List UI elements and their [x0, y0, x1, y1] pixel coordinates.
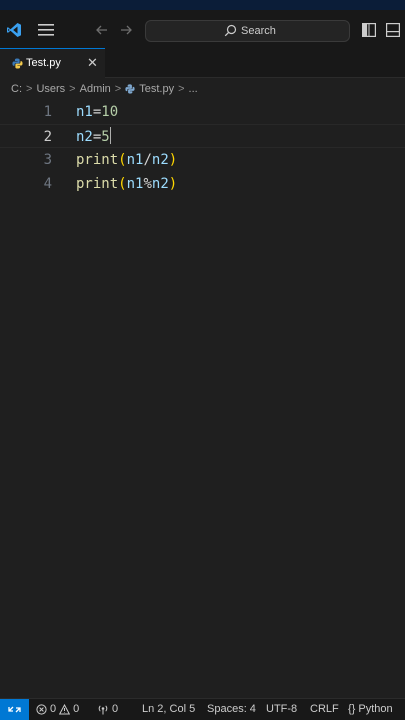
- end-of-line[interactable]: CRLF: [310, 703, 339, 715]
- command-center-search[interactable]: Search: [145, 20, 350, 42]
- search-label: Search: [241, 24, 276, 37]
- breadcrumb-item-symbols[interactable]: ...: [189, 83, 198, 95]
- breadcrumb-item-file[interactable]: Test.py: [139, 83, 174, 95]
- line-code: n1=10: [76, 104, 119, 120]
- ports-count: 0: [112, 703, 119, 715]
- breadcrumb: C: > Users > Admin > Test.py > ...: [0, 79, 405, 99]
- line-code: print(n1%n2): [76, 176, 178, 192]
- breadcrumb-item-drive[interactable]: C:: [11, 83, 22, 95]
- chevron-right-icon: >: [26, 83, 33, 95]
- code-line[interactable]: 1 n1=10: [0, 100, 405, 124]
- code-line-current[interactable]: 2 n2=5: [0, 124, 405, 148]
- line-code: n2=5: [76, 127, 111, 145]
- problems-indicator[interactable]: 0 0: [36, 703, 79, 715]
- warning-icon: [59, 703, 71, 714]
- cursor-position[interactable]: Ln 2, Col 5: [142, 703, 195, 715]
- line-number: 3: [43, 152, 52, 168]
- language-label: Python: [358, 703, 393, 715]
- ports-indicator[interactable]: 0: [97, 703, 118, 715]
- search-icon: [224, 24, 237, 37]
- tab-test-py[interactable]: Test.py ✕: [0, 48, 105, 78]
- arrow-left-icon[interactable]: [94, 22, 110, 38]
- window-top-strip: [0, 0, 405, 10]
- encoding[interactable]: UTF-8: [266, 703, 297, 715]
- remote-icon: [8, 706, 21, 713]
- editor-tab-bar: Test.py ✕: [0, 48, 405, 78]
- code-line[interactable]: 3 print(n1/n2): [0, 148, 405, 172]
- close-icon[interactable]: ✕: [87, 56, 98, 70]
- line-number: 1: [43, 104, 52, 120]
- language-mode[interactable]: {} Python: [348, 703, 393, 715]
- breadcrumb-item-admin[interactable]: Admin: [80, 83, 111, 95]
- line-number: 2: [43, 129, 52, 145]
- python-file-icon: [12, 58, 23, 69]
- arrow-right-icon[interactable]: [118, 22, 134, 38]
- toggle-sidebar-icon[interactable]: [362, 23, 376, 37]
- indentation[interactable]: Spaces: 4: [207, 703, 256, 715]
- tab-label: Test.py: [26, 57, 61, 69]
- line-code: print(n1/n2): [76, 152, 178, 168]
- broadcast-icon: [98, 704, 108, 714]
- warning-count: 0: [73, 703, 80, 715]
- braces-icon: {}: [348, 703, 356, 715]
- text-cursor: [109, 127, 111, 144]
- chevron-right-icon: >: [114, 83, 122, 95]
- chevron-right-icon: >: [178, 83, 185, 95]
- menu-icon[interactable]: [38, 24, 54, 36]
- line-number: 4: [43, 176, 52, 192]
- code-line[interactable]: 4 print(n1%n2): [0, 172, 405, 196]
- vscode-logo-icon: [7, 23, 21, 37]
- chevron-right-icon: >: [69, 83, 76, 95]
- toggle-panel-icon[interactable]: [386, 23, 400, 37]
- title-bar: Search: [0, 10, 405, 48]
- error-count: 0: [50, 703, 57, 715]
- python-file-icon: [125, 84, 135, 94]
- remote-indicator[interactable]: [0, 699, 29, 720]
- breadcrumb-item-users[interactable]: Users: [36, 83, 65, 95]
- code-editor[interactable]: 1 n1=10 2 n2=5 3 print(n1/n2) 4 print(n1…: [0, 100, 405, 698]
- status-bar: 0 0 0 Ln 2, Col 5 Spaces: 4 UTF-8 CRLF {…: [0, 698, 405, 720]
- error-icon: [36, 703, 47, 715]
